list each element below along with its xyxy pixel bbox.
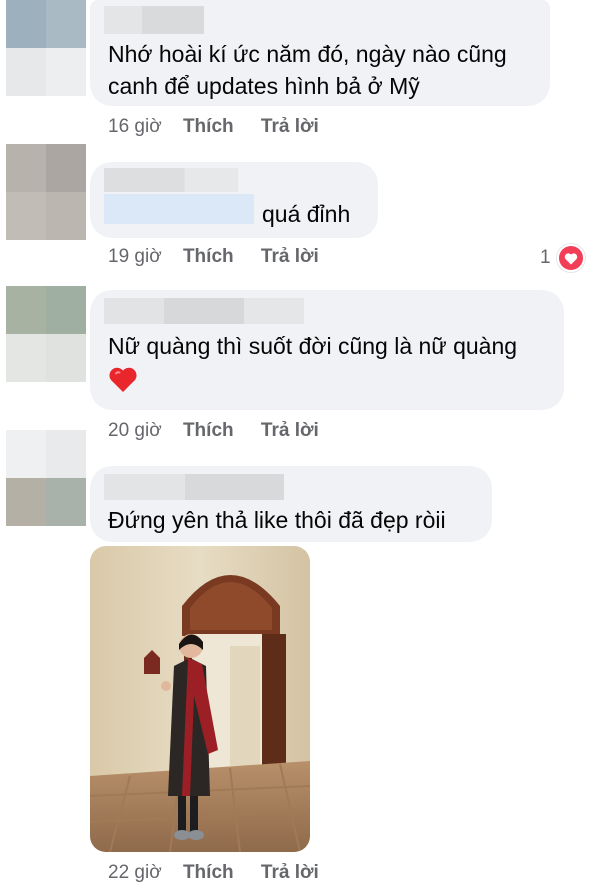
like-button[interactable]: Thích bbox=[183, 116, 234, 137]
comment-text: Nữ quàng thì suốt đời cũng là nữ quàng bbox=[108, 333, 518, 359]
comment-meta: 19 giờ Thích Trả lời bbox=[108, 246, 319, 268]
love-reaction-icon bbox=[556, 244, 585, 272]
reaction-count: 1 bbox=[540, 247, 551, 268]
comment-meta: 16 giờ Thích Trả lời bbox=[108, 116, 319, 138]
commenter-avatar[interactable] bbox=[6, 144, 86, 240]
comment-time[interactable]: 20 giờ bbox=[108, 420, 162, 441]
photo-image bbox=[90, 546, 310, 852]
like-button[interactable]: Thích bbox=[183, 862, 234, 883]
reply-button[interactable]: Trả lời bbox=[261, 116, 319, 137]
comment-text-line: Nhớ hoài kí ức năm đó, ngày nào cũng bbox=[108, 41, 507, 67]
comment-text: quá đỉnh bbox=[262, 201, 351, 227]
comment-time[interactable]: 16 giờ bbox=[108, 116, 162, 137]
heart-emoji bbox=[108, 366, 138, 402]
comment-text: Đứng yên thả like thôi đã đẹp ròii bbox=[108, 507, 446, 533]
commenter-name-blurred[interactable] bbox=[104, 298, 304, 324]
reaction-summary[interactable]: 1 bbox=[540, 244, 585, 272]
commenter-name-blurred[interactable] bbox=[104, 168, 238, 192]
comment-meta: 20 giờ Thích Trả lời bbox=[108, 420, 319, 442]
commenter-name-blurred[interactable] bbox=[104, 6, 204, 34]
reply-button[interactable]: Trả lời bbox=[261, 862, 319, 883]
reply-button[interactable]: Trả lời bbox=[261, 246, 319, 267]
commenter-avatar[interactable] bbox=[6, 430, 86, 526]
comment-meta: 22 giờ Thích Trả lời bbox=[108, 862, 319, 884]
comment-photo[interactable] bbox=[90, 546, 310, 852]
reply-button[interactable]: Trả lời bbox=[261, 420, 319, 441]
commenter-avatar[interactable] bbox=[6, 286, 86, 382]
red-heart-icon bbox=[109, 367, 137, 392]
comment-text-line: canh để updates hình bả ở Mỹ bbox=[108, 73, 420, 99]
like-button[interactable]: Thích bbox=[183, 246, 234, 267]
like-button[interactable]: Thích bbox=[183, 420, 234, 441]
tagged-user-blurred[interactable] bbox=[104, 194, 254, 224]
commenter-avatar[interactable] bbox=[6, 0, 86, 96]
comment-time[interactable]: 22 giờ bbox=[108, 862, 162, 883]
comment-time[interactable]: 19 giờ bbox=[108, 246, 162, 267]
commenter-name-blurred[interactable] bbox=[104, 474, 284, 500]
